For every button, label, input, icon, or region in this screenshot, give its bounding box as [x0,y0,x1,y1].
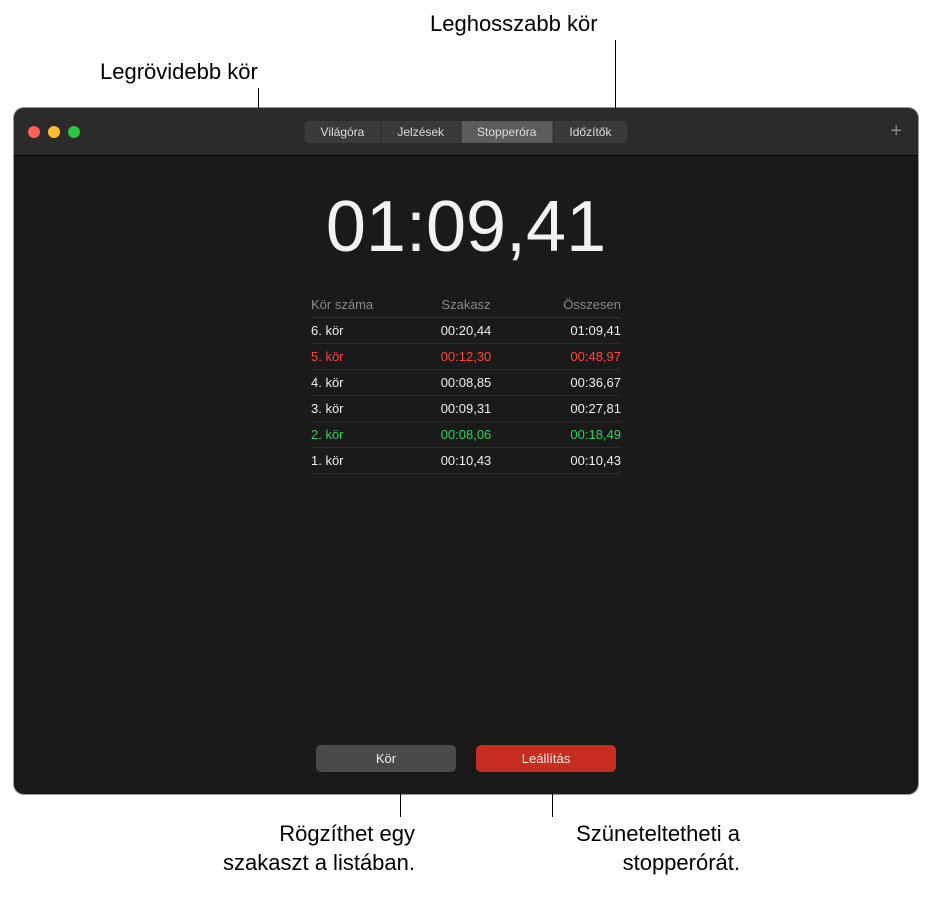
annotation-pause-stopwatch: Szüneteltetheti a stopperórát. [460,820,740,877]
lap-row: 1. kör00:10,4300:10,43 [311,448,621,474]
lap-row: 5. kör00:12,3000:48,97 [311,344,621,370]
lap-total: 01:09,41 [518,323,621,338]
timer-display: 01:09,41 [326,186,606,268]
fullscreen-button[interactable] [68,126,80,138]
annotation-longest-lap: Leghosszabb kör [430,10,598,39]
add-button[interactable]: + [890,120,902,143]
lap-name: 5. kör [311,349,414,364]
annotation-shortest-lap: Legrövidebb kör [100,58,258,87]
annotation-record-lap: Rögzíthet egy szakaszt a listában. [135,820,415,877]
lap-total: 00:36,67 [518,375,621,390]
lap-split: 00:09,31 [414,401,517,416]
lap-name: 4. kör [311,375,414,390]
lap-row: 3. kör00:09,3100:27,81 [311,396,621,422]
col-total: Összesen [518,297,621,312]
tab-világóra[interactable]: Világóra [305,121,382,143]
lap-total: 00:48,97 [518,349,621,364]
tab-időzítők[interactable]: Időzítők [553,121,627,143]
laps-table: Kör száma Szakasz Összesen 6. kör00:20,4… [311,292,621,474]
lap-split: 00:20,44 [414,323,517,338]
close-button[interactable] [28,126,40,138]
lap-name: 3. kör [311,401,414,416]
laps-header-row: Kör száma Szakasz Összesen [311,292,621,318]
lap-button[interactable]: Kör [316,745,456,772]
lap-row: 4. kör00:08,8500:36,67 [311,370,621,396]
clock-app-window: VilágóraJelzésekStopperóraIdőzítők + 01:… [14,108,918,794]
lap-total: 00:18,49 [518,427,621,442]
lap-split: 00:10,43 [414,453,517,468]
lap-split: 00:08,85 [414,375,517,390]
tab-jelzések[interactable]: Jelzések [381,121,461,143]
col-lap-number: Kör száma [311,297,414,312]
col-split: Szakasz [414,297,517,312]
lap-split: 00:12,30 [414,349,517,364]
lap-name: 2. kör [311,427,414,442]
stop-button[interactable]: Leállítás [476,745,616,772]
lap-row: 6. kör00:20,4401:09,41 [311,318,621,344]
lap-row: 2. kör00:08,0600:18,49 [311,422,621,448]
minimize-button[interactable] [48,126,60,138]
lap-name: 1. kör [311,453,414,468]
lap-total: 00:27,81 [518,401,621,416]
titlebar: VilágóraJelzésekStopperóraIdőzítők + [14,108,918,156]
lap-total: 00:10,43 [518,453,621,468]
stopwatch-content: 01:09,41 Kör száma Szakasz Összesen 6. k… [14,156,918,474]
traffic-lights [14,126,80,138]
lap-name: 6. kör [311,323,414,338]
callout-line [615,40,616,110]
main-tabs: VilágóraJelzésekStopperóraIdőzítők [305,121,628,143]
lap-split: 00:08,06 [414,427,517,442]
stopwatch-buttons: Kör Leállítás [316,745,616,772]
tab-stopperóra[interactable]: Stopperóra [461,121,553,143]
